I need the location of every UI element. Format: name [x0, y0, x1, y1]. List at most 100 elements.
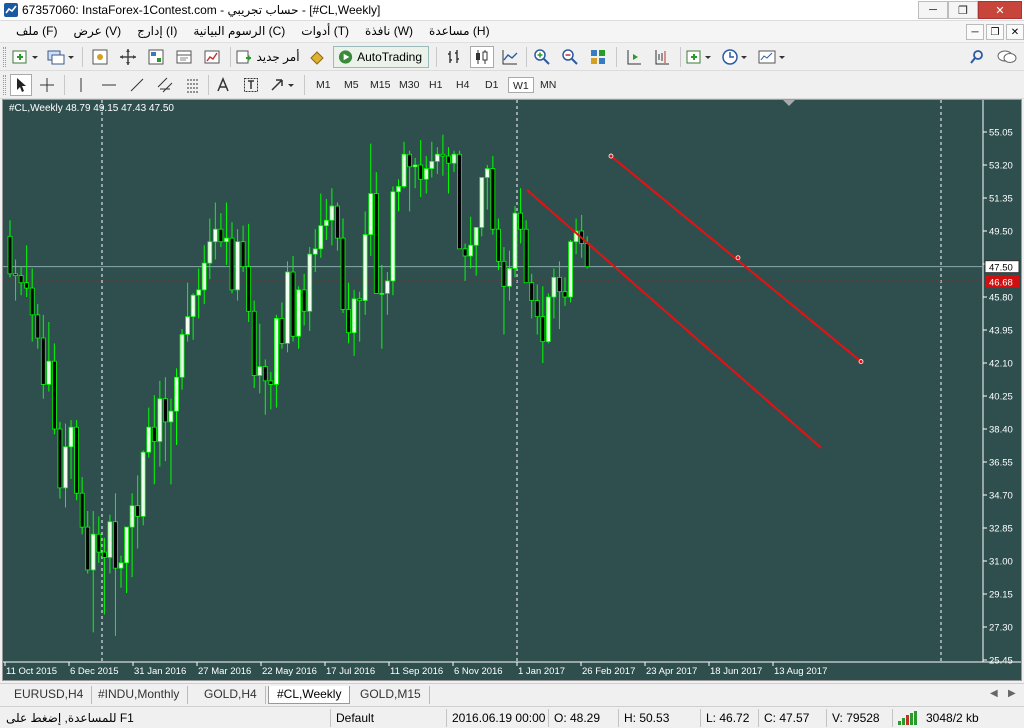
timeframe-m30[interactable]: M30: [395, 77, 423, 93]
bull-candle: [412, 164, 418, 168]
chart-shift-button[interactable]: [650, 46, 674, 68]
search-button[interactable]: [966, 46, 988, 68]
zoom-out-button[interactable]: [558, 46, 582, 68]
bull-candle: [179, 334, 185, 378]
menu-file[interactable]: ملف (F): [8, 24, 65, 38]
tab-indu-monthly[interactable]: #INDU,Monthly: [90, 686, 189, 704]
indicators-button[interactable]: [684, 46, 714, 68]
bear-candle: [113, 521, 118, 569]
timeframe-mn[interactable]: MN: [536, 77, 560, 93]
profiles-button[interactable]: [44, 46, 76, 68]
y-tick-label: 34.70: [989, 491, 1013, 502]
candlestick-chart-button[interactable]: [470, 46, 494, 68]
new-order-button[interactable]: أمر جديد: [236, 46, 300, 68]
terminal-icon: [176, 50, 192, 64]
chat-button[interactable]: [994, 46, 1020, 68]
chart-restore-button[interactable]: ❐: [986, 24, 1004, 40]
bear-candle: [246, 266, 252, 312]
autotrading-button[interactable]: AutoTrading: [333, 46, 429, 68]
fibonacci-tool-button[interactable]: [182, 74, 204, 96]
bar-chart-button[interactable]: [442, 46, 466, 68]
timeframe-d1[interactable]: D1: [481, 77, 502, 93]
menu-help[interactable]: مساعدة (H): [421, 24, 498, 38]
bear-candle: [151, 426, 157, 442]
bear-candle: [13, 273, 18, 276]
tab-eurusd-h4[interactable]: EURUSD,H4: [6, 686, 93, 704]
window-close-button[interactable]: ✕: [978, 1, 1022, 19]
crosshair-move-icon: [120, 49, 136, 65]
data-window-button[interactable]: [116, 46, 140, 68]
trendline-icon: [130, 78, 144, 92]
bull-candle: [568, 241, 573, 298]
bull-candle: [434, 153, 440, 162]
cursor-icon: [17, 78, 26, 92]
bull-candle: [429, 161, 435, 169]
status-high: H: 50.53: [624, 711, 670, 725]
text-label-tool-button[interactable]: [240, 74, 262, 96]
auto-scroll-button[interactable]: [622, 46, 646, 68]
menu-view[interactable]: عرض (V): [65, 24, 129, 38]
navigator-button[interactable]: [144, 46, 168, 68]
market-watch-button[interactable]: [88, 46, 112, 68]
bear-candle: [74, 426, 79, 494]
bull-candle: [146, 426, 152, 453]
menu-charts[interactable]: الرسوم البيانية (C): [185, 24, 293, 38]
timeframe-h4[interactable]: H4: [452, 77, 473, 93]
line-chart-button[interactable]: [498, 46, 522, 68]
tile-windows-button[interactable]: [586, 46, 610, 68]
bear-candle: [529, 282, 535, 301]
toolbar-grip[interactable]: [3, 75, 6, 95]
new-chart-button[interactable]: [10, 46, 40, 68]
timeframe-m15[interactable]: M15: [366, 77, 394, 93]
bear-candle: [162, 398, 168, 423]
chart-minimize-button[interactable]: ─: [966, 24, 984, 40]
bear-candle: [335, 205, 340, 239]
bull-candle: [479, 177, 485, 228]
bull-candle: [285, 271, 290, 344]
tab-cl-weekly[interactable]: #CL,Weekly: [268, 686, 351, 704]
horizontal-line-tool-button[interactable]: [98, 74, 120, 96]
text-tool-button[interactable]: [212, 74, 234, 96]
timeframe-m1[interactable]: M1: [312, 77, 335, 93]
crosshair-tool-button[interactable]: [36, 74, 58, 96]
cursor-tool-button[interactable]: [10, 74, 32, 96]
chart-close-button[interactable]: ✕: [1006, 24, 1024, 40]
channel-tool-button[interactable]: [154, 74, 176, 96]
chart-shift-icon: [655, 50, 669, 65]
tabs-scroll-right-icon[interactable]: ▶: [1008, 688, 1016, 699]
toolbar-grip[interactable]: [3, 47, 6, 67]
bear-candle: [440, 153, 446, 157]
y-tick-label: 43.95: [989, 326, 1013, 337]
strategy-tester-button[interactable]: [200, 46, 224, 68]
zoom-in-button[interactable]: [530, 46, 554, 68]
bull-candle: [545, 296, 551, 342]
window-restore-button[interactable]: ❐: [948, 1, 978, 19]
vertical-line-tool-button[interactable]: [70, 74, 92, 96]
y-tick-label: 36.55: [989, 458, 1013, 469]
arrows-tool-button[interactable]: [268, 74, 298, 96]
tab-gold-m15[interactable]: GOLD,M15: [352, 686, 430, 704]
timeframe-w1[interactable]: W1: [508, 77, 534, 93]
timeframe-m5[interactable]: M5: [340, 77, 363, 93]
bull-candle: [201, 262, 207, 291]
terminal-button[interactable]: [172, 46, 196, 68]
metaeditor-button[interactable]: [305, 46, 329, 68]
templates-button[interactable]: [756, 46, 788, 68]
tabs-scroll-left-icon[interactable]: ◀: [990, 688, 998, 699]
bull-candle: [396, 186, 401, 193]
y-tick-label: 31.00: [989, 557, 1013, 568]
menu-insert[interactable]: إدارج (I): [129, 24, 185, 38]
chart-window[interactable]: 55.0553.2051.3549.5047.6545.8043.9542.10…: [2, 99, 1022, 681]
channel-anchor-point: [735, 255, 741, 261]
tab-gold-h4[interactable]: GOLD,H4: [196, 686, 266, 704]
menu-window[interactable]: نافذة (W): [357, 24, 421, 38]
periods-button[interactable]: [720, 46, 750, 68]
status-bar: للمساعدة, إضغط على F1 Default 2016.06.19…: [0, 706, 1024, 728]
timeframe-h1[interactable]: H1: [425, 77, 446, 93]
status-datetime: 2016.06.19 00:00: [452, 711, 546, 725]
trendline-tool-button[interactable]: [126, 74, 148, 96]
window-minimize-button[interactable]: ─: [918, 1, 948, 19]
price-chart[interactable]: 55.0553.2051.3549.5047.6545.8043.9542.10…: [3, 100, 1022, 681]
bear-candle: [57, 428, 63, 489]
menu-tools[interactable]: أدوات (T): [293, 24, 357, 38]
